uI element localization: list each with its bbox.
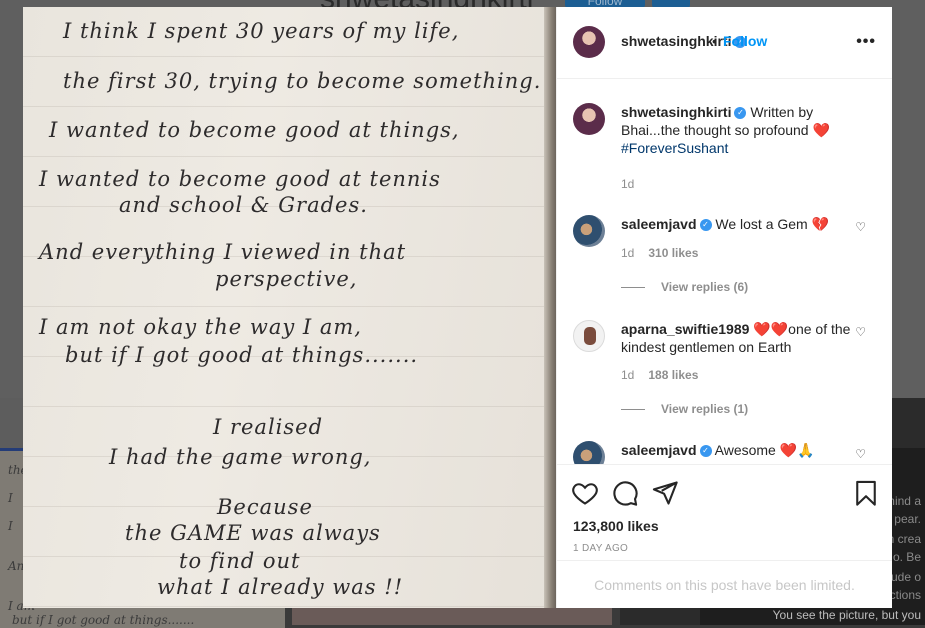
- more-options-icon[interactable]: •••: [856, 33, 876, 51]
- caption-time[interactable]: 1d: [621, 177, 634, 191]
- view-replies-label: View replies (6): [661, 280, 749, 294]
- comments-limited-notice: Comments on this post have been limited.: [557, 560, 892, 610]
- follow-button[interactable]: Follow: [723, 33, 767, 49]
- comment-like-heart-icon[interactable]: ♡: [855, 220, 866, 234]
- caption-username[interactable]: shwetasinghkirti: [621, 104, 731, 120]
- comment-time[interactable]: 1d: [621, 368, 634, 382]
- note-line: and school & Grades.: [119, 193, 368, 217]
- note-line: perspective,: [215, 267, 358, 291]
- avatar[interactable]: [573, 320, 605, 352]
- comment-like-heart-icon[interactable]: ♡: [855, 447, 866, 461]
- note-line: to find out: [179, 549, 301, 573]
- verified-badge-icon: ✓: [699, 219, 712, 232]
- thumb-text: hind a: [888, 494, 921, 508]
- post-actions: 123,800 likes 1 DAY AGO Comments on this…: [557, 464, 892, 609]
- bookmark-icon[interactable]: [852, 479, 880, 507]
- share-icon[interactable]: [651, 479, 679, 507]
- separator-dot: •: [712, 33, 717, 49]
- note-line: the GAME was always: [125, 521, 381, 545]
- note-line: I think I spent 30 years of my life,: [63, 19, 460, 43]
- note-line: but if I got good at things.......: [65, 343, 419, 367]
- comment-username[interactable]: saleemjavd: [621, 442, 697, 458]
- note-line: I had the game wrong,: [109, 445, 372, 469]
- comment-like-heart-icon[interactable]: ♡: [855, 325, 866, 339]
- comment-likes[interactable]: 188 likes: [648, 368, 698, 382]
- post-timestamp[interactable]: 1 DAY AGO: [573, 543, 628, 554]
- note-line: I am not okay the way I am,: [39, 315, 362, 339]
- comment-username[interactable]: aparna_swiftie1989: [621, 321, 749, 337]
- note-line: Because: [217, 495, 313, 519]
- verified-badge-icon: ✓: [734, 107, 747, 120]
- thumb-text: I: [8, 519, 13, 533]
- post-header: shwetasinghkirti ✓ • Follow •••: [557, 7, 892, 79]
- note-line: And everything I viewed in that: [39, 240, 407, 264]
- replies-dash: [621, 409, 645, 411]
- comment-username[interactable]: saleemjavd: [621, 216, 697, 232]
- thumb-text: ctions: [889, 588, 921, 602]
- view-replies-button[interactable]: View replies (6): [621, 280, 748, 294]
- comment-icon[interactable]: [611, 479, 639, 507]
- note-line: what I already was !!: [157, 575, 404, 599]
- thumb-text: pear.: [894, 512, 921, 526]
- verified-badge-icon: ✓: [699, 445, 712, 458]
- likes-count[interactable]: 123,800 likes: [573, 518, 659, 534]
- view-replies-label: View replies (1): [661, 402, 749, 416]
- hashtag-link[interactable]: #ForeverSushant: [621, 140, 728, 156]
- note-line: I wanted to become good at tennis: [39, 167, 441, 191]
- comment: saleemjavd ✓ We lost a Gem 💔: [621, 215, 851, 233]
- note-line: I realised: [213, 415, 324, 439]
- avatar[interactable]: [573, 103, 605, 135]
- comment-meta: 1d 310 likes: [621, 246, 698, 260]
- thumb-text: o. Be: [892, 550, 921, 564]
- comment-meta: 1d 188 likes: [621, 368, 698, 382]
- comment-likes[interactable]: 310 likes: [648, 246, 698, 260]
- photo-shadow-edge: [544, 7, 556, 608]
- thumb-text: n crea: [887, 532, 921, 546]
- avatar[interactable]: [573, 441, 605, 464]
- thumb-text: You see the picture, but you: [772, 608, 921, 622]
- heart-icon[interactable]: [571, 479, 599, 507]
- note-line: the first 30, trying to become something…: [63, 69, 542, 93]
- post-modal: I think I spent 30 years of my life, the…: [23, 7, 892, 608]
- comment-text: We lost a Gem 💔: [715, 216, 830, 232]
- comment: saleemjavd ✓ Awesome ❤️🙏: [621, 441, 851, 459]
- comment-text: Awesome ❤️🙏: [714, 442, 815, 458]
- replies-dash: [621, 287, 645, 289]
- comments-list[interactable]: shwetasinghkirti ✓ Written by Bhai...the …: [557, 79, 892, 464]
- thumb-text: I: [8, 491, 13, 505]
- caption: shwetasinghkirti ✓ Written by Bhai...the …: [621, 103, 851, 157]
- avatar[interactable]: [573, 215, 605, 247]
- comment: aparna_swiftie1989 ❤️❤️one of the kindes…: [621, 320, 851, 356]
- post-image-handwritten-note[interactable]: I think I spent 30 years of my life, the…: [23, 7, 556, 608]
- view-replies-button[interactable]: View replies (1): [621, 402, 748, 416]
- avatar[interactable]: [573, 26, 605, 58]
- comment-time[interactable]: 1d: [621, 246, 634, 260]
- note-line: I wanted to become good at things,: [49, 118, 460, 142]
- post-sidebar: shwetasinghkirti ✓ • Follow ••• shwetasin…: [556, 7, 892, 608]
